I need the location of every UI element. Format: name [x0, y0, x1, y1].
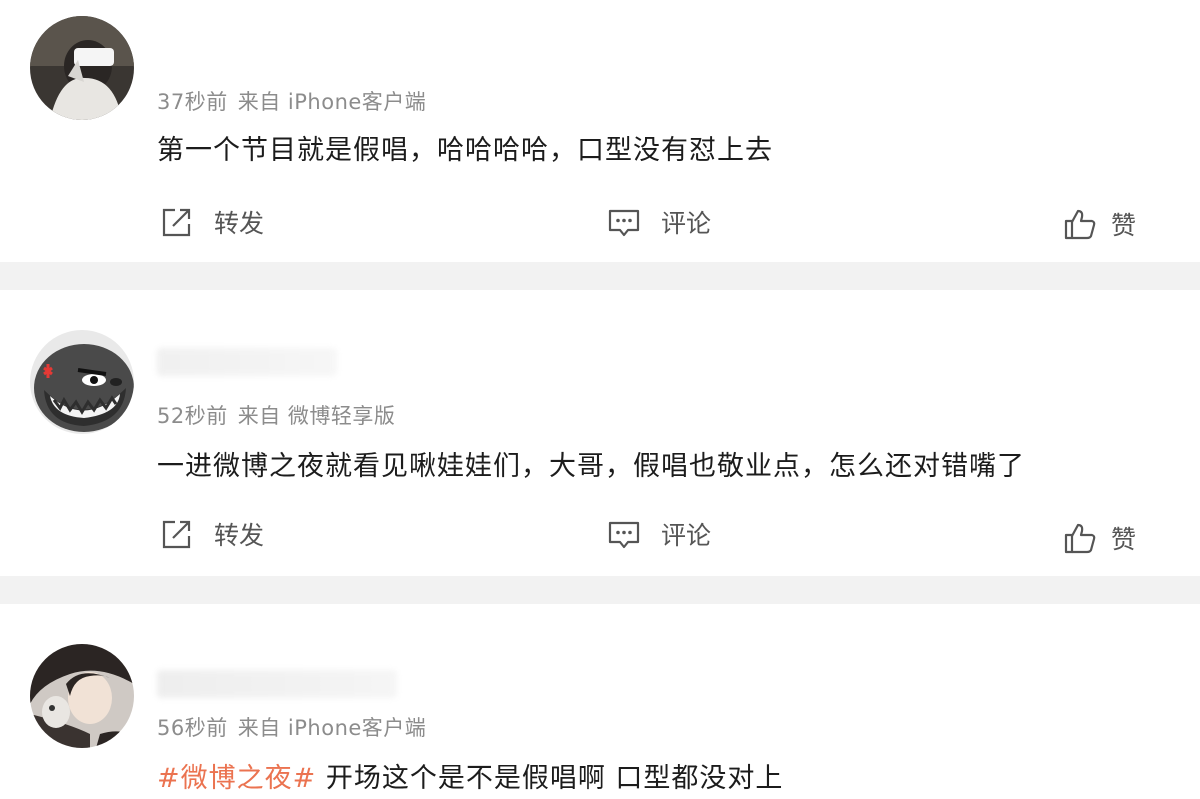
post-meta: 37秒前 来自 iPhone客户端 — [157, 86, 426, 116]
post-text: 开场这个是不是假唱啊 口型都没对上 — [316, 763, 784, 794]
repost-label: 转发 — [214, 521, 265, 550]
comment-icon — [608, 521, 640, 549]
topic-hashtag-link[interactable]: #微博之夜# — [157, 763, 316, 794]
post-source: 来自 微博轻享版 — [237, 404, 396, 428]
like-label: 赞 — [1111, 525, 1137, 554]
separator — [0, 262, 1200, 290]
like-button[interactable]: 赞 — [1063, 206, 1136, 242]
avatar-image — [30, 16, 134, 120]
avatar[interactable] — [30, 16, 134, 120]
repost-button[interactable]: 转发 — [160, 516, 264, 552]
avatar[interactable] — [30, 330, 134, 434]
post-time: 37秒前 — [157, 90, 228, 114]
username-blurred — [157, 348, 337, 376]
username-blurred — [157, 670, 397, 698]
thumbs-up-icon — [1064, 523, 1096, 554]
avatar[interactable] — [30, 644, 134, 748]
thumbs-up-icon — [1064, 209, 1096, 240]
like-label: 赞 — [1111, 211, 1137, 240]
post-meta: 56秒前 来自 iPhone客户端 — [157, 712, 426, 742]
post-source: 来自 iPhone客户端 — [237, 90, 427, 114]
comment-button[interactable]: 评论 — [607, 204, 711, 240]
repost-button[interactable]: 转发 — [160, 204, 264, 240]
post-time: 56秒前 — [157, 716, 228, 740]
avatar-image — [30, 330, 134, 434]
post-meta: 52秒前 来自 微博轻享版 — [157, 400, 395, 430]
repost-icon — [162, 520, 191, 549]
comment-label: 评论 — [661, 521, 712, 550]
like-button[interactable]: 赞 — [1063, 520, 1136, 556]
comment-icon — [608, 209, 640, 237]
repost-icon — [162, 208, 191, 237]
post-content: 第一个节目就是假唱，哈哈哈哈，口型没有怼上去 — [157, 135, 773, 166]
post-content: #微博之夜# 开场这个是不是假唱啊 口型都没对上 — [157, 756, 783, 795]
avatar-image — [30, 644, 134, 748]
separator — [0, 576, 1200, 604]
comment-label: 评论 — [661, 209, 712, 238]
post-card: 56秒前 来自 iPhone客户端 #微博之夜# 开场这个是不是假唱啊 口型都没对… — [0, 604, 1200, 799]
post-time: 52秒前 — [157, 404, 228, 428]
repost-label: 转发 — [214, 209, 265, 238]
post-card: 52秒前 来自 微博轻享版 一进微博之夜就看见啾娃娃们，大哥，假唱也敬业点，怎么还… — [0, 290, 1200, 576]
post-content: 一进微博之夜就看见啾娃娃们，大哥，假唱也敬业点，怎么还对错嘴了 — [157, 451, 1025, 482]
post-card: 37秒前 来自 iPhone客户端 第一个节目就是假唱，哈哈哈哈，口型没有怼上去 … — [0, 0, 1200, 262]
post-source: 来自 iPhone客户端 — [237, 716, 427, 740]
comment-button[interactable]: 评论 — [607, 516, 711, 552]
